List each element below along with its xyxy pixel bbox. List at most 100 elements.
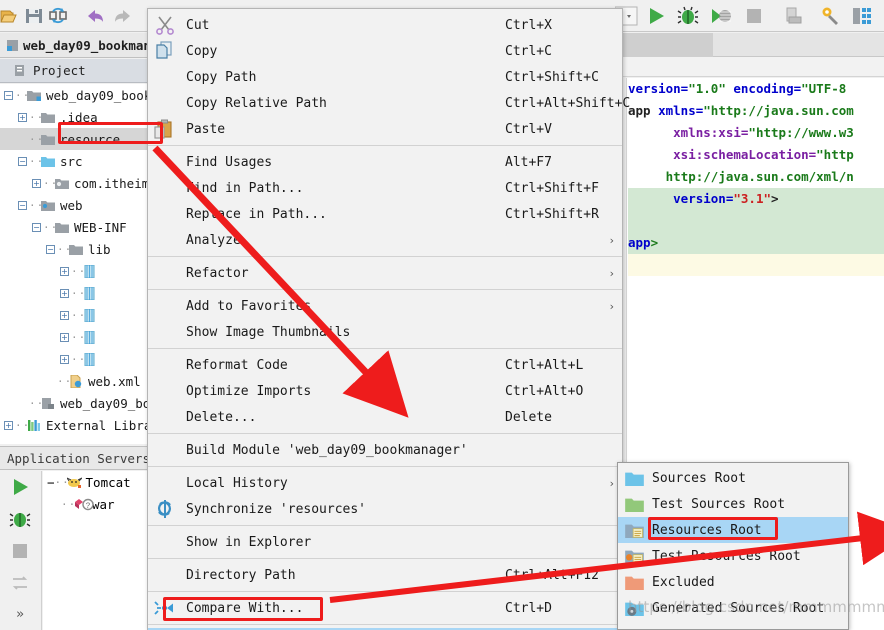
tab-application-servers[interactable]: Application Servers bbox=[0, 446, 147, 470]
application-servers-tree[interactable]: − ·· Tomcat ··? war bbox=[43, 471, 147, 630]
expand-toggle-icon[interactable]: + bbox=[60, 332, 69, 342]
test-sources-folder-icon bbox=[625, 496, 644, 512]
menu-item-label: Copy bbox=[186, 43, 218, 59]
menu-item[interactable]: Copy Ctrl+C bbox=[148, 38, 622, 64]
tree-row[interactable]: − ·· lib bbox=[0, 238, 147, 260]
tree-row[interactable]: −··web_day09_bookmanager bbox=[0, 84, 147, 106]
tree-row[interactable]: + ·· .idea bbox=[0, 106, 147, 128]
menu-item-label: Delete... bbox=[186, 409, 257, 425]
tree-row[interactable]: − ·· src bbox=[0, 150, 147, 172]
expand-toggle-icon[interactable]: + bbox=[60, 288, 69, 298]
collapse-toggle-icon[interactable]: − bbox=[18, 200, 27, 210]
folder-icon bbox=[41, 155, 56, 167]
folder-open-icon[interactable] bbox=[0, 4, 24, 28]
collapse-toggle-icon[interactable]: − bbox=[47, 475, 55, 490]
submenu-item[interactable]: Resources Root bbox=[618, 517, 848, 543]
sync-icon[interactable] bbox=[46, 4, 70, 28]
expand-toggle-icon[interactable]: + bbox=[32, 178, 41, 188]
tree-row[interactable]: + ·· bbox=[0, 282, 147, 304]
menu-item[interactable]: Cut Ctrl+X bbox=[148, 12, 622, 38]
expand-toggle-icon[interactable]: + bbox=[60, 266, 69, 276]
collapse-toggle-icon[interactable]: − bbox=[32, 222, 41, 232]
menu-item-shortcut: Ctrl+Alt+O bbox=[505, 383, 584, 399]
menu-item[interactable]: Add to Favorites › bbox=[148, 293, 622, 319]
project-structure-icon[interactable] bbox=[850, 4, 874, 28]
project-tree[interactable]: −··web_day09_bookmanager+··.idea··resour… bbox=[0, 84, 147, 444]
menu-item-shortcut: Ctrl+Alt+L bbox=[505, 357, 584, 373]
tree-row[interactable]: + ·· bbox=[0, 348, 147, 370]
menu-separator bbox=[148, 348, 622, 349]
menu-separator bbox=[148, 558, 622, 559]
tree-row[interactable]: ·· resource bbox=[0, 128, 147, 150]
expand-toggle-icon[interactable]: + bbox=[4, 420, 13, 430]
redo-icon[interactable] bbox=[110, 4, 134, 28]
expand-toggle-icon[interactable]: + bbox=[60, 354, 69, 364]
menu-item[interactable]: Refactor › bbox=[148, 260, 622, 286]
tree-row[interactable]: + ·· bbox=[0, 326, 147, 348]
menu-item[interactable]: Replace in Path... Ctrl+Shift+R bbox=[148, 201, 622, 227]
menu-item[interactable]: Synchronize 'resources' bbox=[148, 496, 622, 522]
menu-item[interactable]: Show in Explorer bbox=[148, 529, 622, 555]
menu-item[interactable]: Copy Path Ctrl+Shift+C bbox=[148, 64, 622, 90]
menu-item[interactable]: Copy Relative Path Ctrl+Alt+Shift+C bbox=[148, 90, 630, 116]
menu-item[interactable]: Find in Path... Ctrl+Shift+F bbox=[148, 175, 622, 201]
stop-icon bbox=[742, 4, 766, 28]
menu-item[interactable]: Delete... Delete bbox=[148, 404, 622, 430]
app-server-row[interactable]: − ·· Tomcat bbox=[43, 471, 147, 493]
synchronize-icon bbox=[154, 499, 176, 519]
tab-project-label: Project bbox=[33, 63, 86, 78]
run-icon[interactable] bbox=[644, 4, 668, 28]
package-icon bbox=[55, 177, 70, 189]
submenu-item[interactable]: Excluded bbox=[618, 569, 848, 595]
menu-item[interactable]: Directory Path Ctrl+Alt+F12 bbox=[148, 562, 622, 588]
tree-row[interactable]: − ·· web bbox=[0, 194, 147, 216]
menu-item[interactable]: Optimize Imports Ctrl+Alt+O bbox=[148, 378, 622, 404]
tree-row[interactable]: +··com.itheima bbox=[0, 172, 147, 194]
tree-row[interactable]: ·· web.xml bbox=[0, 370, 147, 392]
menu-item-label: Build Module 'web_day09_bookmanager' bbox=[186, 442, 468, 458]
collapse-toggle-icon[interactable]: − bbox=[18, 156, 27, 166]
expand-toggle-icon[interactable]: + bbox=[18, 112, 27, 122]
tree-row[interactable]: ··web_day09_bookmanager.iml bbox=[0, 392, 147, 414]
svg-text:?: ? bbox=[86, 502, 91, 511]
code-line: version="3.1"> bbox=[628, 188, 884, 210]
settings-wrench-icon[interactable] bbox=[818, 4, 842, 28]
folder-icon bbox=[41, 133, 56, 145]
tree-row[interactable]: + ·· bbox=[0, 260, 147, 282]
menu-item-shortcut: Ctrl+V bbox=[505, 121, 552, 137]
run-icon[interactable] bbox=[8, 475, 32, 499]
debug-icon[interactable] bbox=[676, 4, 700, 28]
submenu-item[interactable]: Sources Root bbox=[618, 465, 848, 491]
collapse-toggle-icon[interactable]: − bbox=[4, 90, 13, 100]
editor-tab[interactable] bbox=[623, 33, 713, 57]
expand-toggle-icon[interactable]: + bbox=[60, 310, 69, 320]
menu-item-shortcut: Ctrl+C bbox=[505, 43, 552, 59]
menu-item[interactable]: Paste Ctrl+V bbox=[148, 116, 622, 142]
menu-item[interactable]: Show Image Thumbnails bbox=[148, 319, 622, 345]
submenu-item[interactable]: Test Sources Root bbox=[618, 491, 848, 517]
app-server-row[interactable]: ··? war bbox=[43, 493, 147, 515]
menu-item[interactable]: Build Module 'web_day09_bookmanager' bbox=[148, 437, 622, 463]
menu-item[interactable]: Find Usages Alt+F7 bbox=[148, 149, 622, 175]
menu-item[interactable]: Analyze › bbox=[148, 227, 622, 253]
save-icon[interactable] bbox=[22, 4, 46, 28]
expand-icon[interactable]: » bbox=[8, 603, 32, 627]
debug-icon[interactable] bbox=[8, 507, 32, 531]
tree-row[interactable]: − ·· WEB-INF bbox=[0, 216, 147, 238]
collapse-toggle-icon[interactable]: − bbox=[46, 244, 55, 254]
run-coverage-icon[interactable] bbox=[708, 4, 732, 28]
app-server-row-label: war bbox=[92, 496, 115, 512]
tree-row[interactable]: +··External Libraries bbox=[0, 414, 147, 436]
menu-item[interactable]: Local History › bbox=[148, 470, 622, 496]
chevron-right-icon: › bbox=[609, 266, 614, 280]
folder-icon bbox=[27, 89, 42, 101]
submenu-item[interactable]: Test Resources Root bbox=[618, 543, 848, 569]
tree-row[interactable]: + ·· bbox=[0, 304, 147, 326]
tab-project[interactable]: Project bbox=[0, 59, 147, 83]
undo-icon[interactable] bbox=[84, 4, 108, 28]
paste-clipboard-icon bbox=[154, 119, 176, 139]
context-menu[interactable]: Cut Ctrl+X Copy Ctrl+C Copy Path Ctrl+Shift+C… bbox=[147, 8, 630, 630]
menu-item[interactable]: Reformat Code Ctrl+Alt+L bbox=[148, 352, 622, 378]
menu-item[interactable]: Compare With... Ctrl+D bbox=[148, 595, 622, 621]
menu-separator bbox=[148, 525, 622, 526]
